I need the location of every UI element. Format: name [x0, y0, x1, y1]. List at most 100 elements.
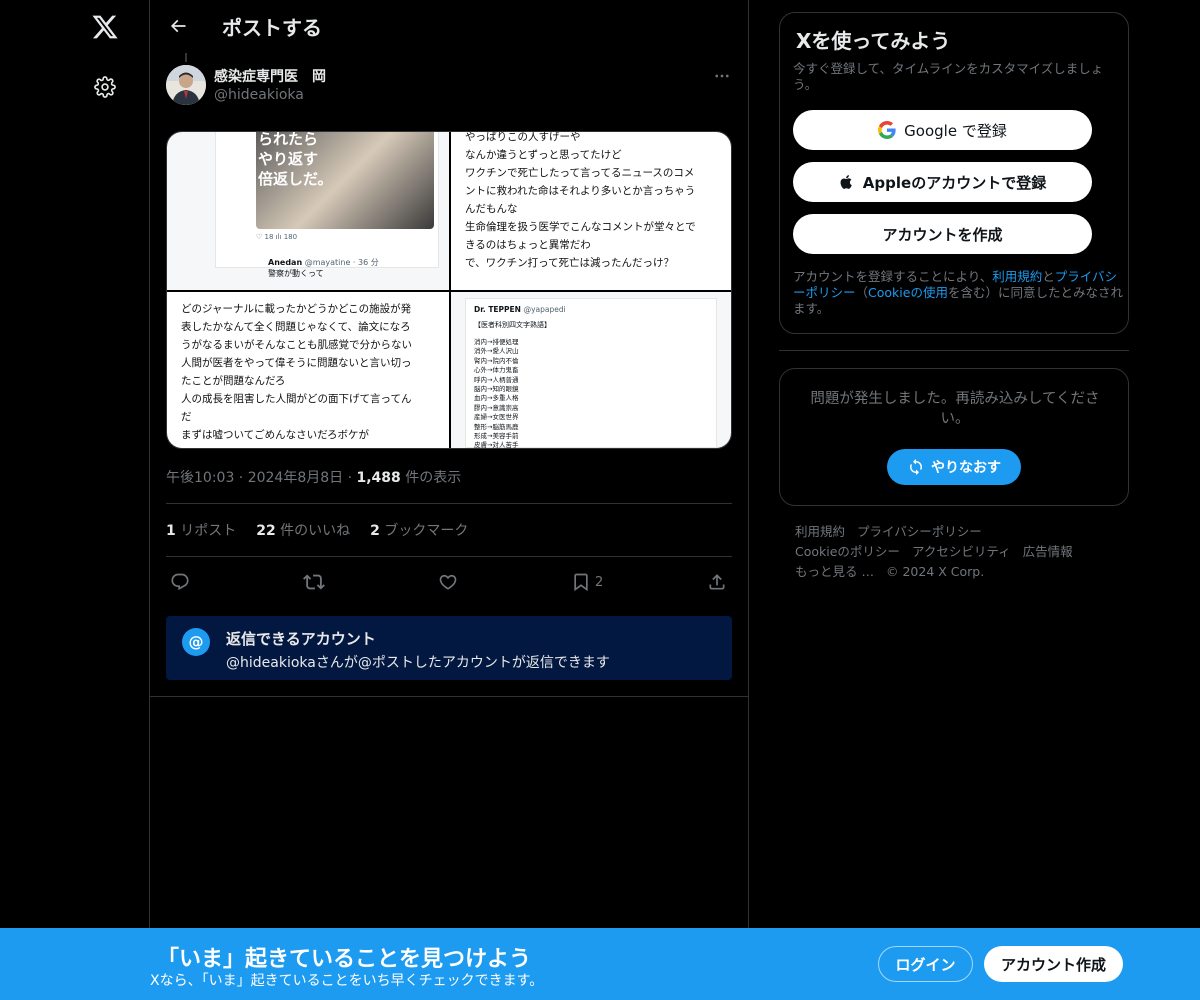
- bookmark-count: 2: [595, 574, 604, 590]
- cookie-link[interactable]: Cookieの使用: [868, 285, 948, 300]
- screenshot-list-card: Dr. TEPPEN @yapapedi 【医者科別四文字熟語】 消内→排便処理…: [465, 298, 717, 448]
- bookmark-button[interactable]: 2: [571, 566, 603, 598]
- timestamp-text[interactable]: 午後10:03 · 2024年8月8日: [166, 470, 343, 486]
- text-line: だ: [181, 411, 192, 423]
- terms-and: と: [1042, 269, 1055, 284]
- repost-button[interactable]: [303, 566, 325, 598]
- bottom-bar-title: 「いま」起きていることを見つけよう: [157, 947, 532, 972]
- at-sign-icon: @: [182, 628, 210, 656]
- left-sidebar: [0, 0, 150, 1000]
- google-signup-button[interactable]: Google で登録: [793, 110, 1092, 150]
- text-line: うがなるまいがそんなことも肌感覚で分からない: [181, 339, 412, 351]
- footer-link-terms[interactable]: 利用規約: [795, 522, 845, 542]
- post-timestamp: 午後10:03 · 2024年8月8日 · 1,488 件の表示: [166, 470, 462, 486]
- text-line: 人間が医者をやって偉そうに問題ないと言い切っ: [181, 357, 412, 369]
- arrow-left-icon[interactable]: [162, 10, 194, 42]
- repost-icon: [303, 574, 325, 590]
- screenshot-reply: Anedan @mayatine · 36 分 警察が動くって: [268, 257, 379, 279]
- screenshot-author: Dr. TEPPEN @yapapedi: [474, 305, 708, 314]
- create-account-label: アカウントを作成: [882, 225, 1003, 244]
- screenshot-caption: られたら やり返す 倍返しだ。: [258, 132, 333, 188]
- screenshot-tweet-card: られたら やり返す 倍返しだ。 ♡ 18 ılı 180 Anedan @may…: [215, 132, 439, 278]
- reply-button[interactable]: [170, 566, 190, 598]
- footer-link-ads[interactable]: 広告情報: [1023, 542, 1073, 562]
- bottom-bar-subtitle: Xなら、「いま」起きていることをいち早くチェックできます。: [150, 973, 544, 989]
- signup-button[interactable]: アカウント作成: [984, 946, 1123, 982]
- text-line: で、ワクチン打って死亡は減ったんだっけ？: [465, 257, 675, 269]
- terms-link[interactable]: 利用規約: [992, 269, 1042, 284]
- text-line: やっぱりこの人すげーや: [465, 132, 581, 143]
- refresh-icon: [910, 459, 922, 475]
- reply-notice-title: 返信できるアカウント: [226, 630, 376, 648]
- apple-icon: [840, 175, 852, 189]
- text-line: なんか違うとずっと思ってたけど: [465, 149, 622, 161]
- footer-link-cookie[interactable]: Cookieのポリシー: [795, 542, 900, 562]
- footer-link-more[interactable]: もっと見る …: [795, 562, 874, 582]
- share-button[interactable]: [707, 566, 727, 598]
- divider: [779, 350, 1129, 351]
- screenshot-list-items: 消内→排便処理 消外→愛人沢山 腎内→院内不倫 心外→体力鬼畜 呼内→人柄普通 …: [474, 338, 519, 449]
- signup-title: Xを使ってみよう: [796, 29, 951, 53]
- bookmarks-stat[interactable]: 2 ブックマーク: [370, 520, 468, 540]
- create-account-button[interactable]: アカウントを作成: [793, 214, 1092, 254]
- text-line: ントに救われた命はそれより多いとか言っちゃう: [465, 185, 696, 197]
- apple-signup-label: Appleのアカウントで登録: [862, 173, 1047, 192]
- login-button[interactable]: ログイン: [878, 946, 973, 982]
- text-line: 表したかなんて全く問題じゃなくて、論文になろ: [181, 321, 411, 333]
- more-options-icon[interactable]: [710, 64, 734, 88]
- screenshot-text: やっぱりこの人すげーや なんか違うとずっと思ってたけど ワクチンで死亡したって言…: [451, 132, 731, 272]
- signup-card: Xを使ってみよう 今すぐ登録して、タイムラインをカスタマイズしましょう。 Goo…: [779, 12, 1129, 334]
- share-icon: [709, 574, 725, 590]
- screenshot-reply-text: 警察が動くって: [268, 269, 324, 278]
- media-image-2[interactable]: やっぱりこの人すげーや なんか違うとずっと思ってたけど ワクチンで死亡したって言…: [451, 132, 731, 290]
- reply-icon: [171, 573, 189, 591]
- error-card: 問題が発生しました。再読み込みしてください。 やりなおす: [779, 368, 1129, 506]
- like-button[interactable]: [438, 566, 458, 598]
- text-line: どのジャーナルに載ったかどうかどこの施設が発: [181, 303, 412, 315]
- screenshot-author-handle: @yapapedi: [523, 305, 566, 314]
- divider: [166, 503, 732, 504]
- text-line: きるのはちょっと異常だわ: [465, 239, 591, 251]
- footer-link-accessibility[interactable]: アクセシビリティ: [912, 542, 1011, 562]
- media-image-4[interactable]: Dr. TEPPEN @yapapedi 【医者科別四文字熟語】 消内→排便処理…: [451, 292, 731, 448]
- avatar[interactable]: [166, 65, 206, 105]
- terms-text: アカウントを登録することにより、利用規約とプライバシーポリシー（Cookieの使…: [793, 269, 1123, 317]
- text-line: まずは嘘ついてごめんなさいだろボケが: [181, 429, 370, 441]
- text-line: 人の成長を阻害した人間がどの面下げて言ってん: [181, 393, 412, 405]
- header: ポストする: [150, 0, 748, 53]
- main-column: ポストする 感染症専門医 岡 @hideakioka られたら やり返す 倍返し…: [149, 0, 749, 1000]
- page-title: ポストする: [222, 16, 322, 40]
- media-image-3[interactable]: どのジャーナルに載ったかどうかどこの施設が発 表したかなんて全く問題じゃなくて、…: [167, 292, 449, 448]
- text-line: 生命倫理を扱う医学でこんなコメントが堂々とで: [465, 221, 696, 233]
- google-signup-label: Google で登録: [904, 121, 1007, 140]
- text-line: たことが問題なんだろ: [181, 375, 286, 387]
- footer-link-privacy[interactable]: プライバシーポリシー: [857, 522, 982, 542]
- screenshot-list-title: 【医者科別四文字熟語】: [474, 321, 551, 329]
- likes-label: 件のいいね: [280, 523, 351, 539]
- screenshot-actions: ♡ 18 ılı 180: [256, 233, 298, 241]
- post-media-grid[interactable]: られたら やり返す 倍返しだ。 ♡ 18 ılı 180 Anedan @may…: [166, 131, 732, 449]
- screenshot-author-name: Dr. TEPPEN: [474, 305, 521, 314]
- gear-icon[interactable]: [89, 71, 121, 103]
- author-handle[interactable]: @hideakioka: [214, 87, 304, 103]
- terms-pre: アカウントを登録することにより、: [793, 269, 993, 284]
- bookmarks-count: 2: [370, 523, 380, 539]
- text-line: んだもんな: [465, 203, 518, 215]
- media-image-1[interactable]: られたら やり返す 倍返しだ。 ♡ 18 ılı 180 Anedan @may…: [167, 132, 449, 290]
- likes-stat[interactable]: 22 件のいいね: [256, 520, 350, 540]
- views-label: 件の表示: [400, 470, 462, 486]
- apple-signup-button[interactable]: Appleのアカウントで登録: [793, 162, 1092, 202]
- login-prompt-bar: 「いま」起きていることを見つけよう Xなら、「いま」起きていることをいち早くチェ…: [0, 928, 1200, 1000]
- bookmark-icon: [574, 573, 588, 592]
- heart-icon: [439, 574, 457, 590]
- google-icon: [878, 121, 896, 139]
- bookmarks-label: ブックマーク: [384, 523, 469, 539]
- retry-button[interactable]: やりなおす: [887, 449, 1021, 485]
- author-name[interactable]: 感染症専門医 岡: [214, 66, 326, 86]
- x-logo-icon[interactable]: [89, 11, 121, 43]
- reposts-stat[interactable]: 1 リポスト: [166, 520, 236, 540]
- reply-notice-desc: @hideakiokaさんが@ポストしたアカウントが返信できます: [226, 655, 610, 671]
- reposts-label: リポスト: [180, 523, 237, 539]
- footer-links: 利用規約 プライバシーポリシー Cookieのポリシー アクセシビリティ 広告情報 も…: [795, 522, 1115, 582]
- screenshot-reply-handle: @mayatine · 36 分: [304, 258, 379, 267]
